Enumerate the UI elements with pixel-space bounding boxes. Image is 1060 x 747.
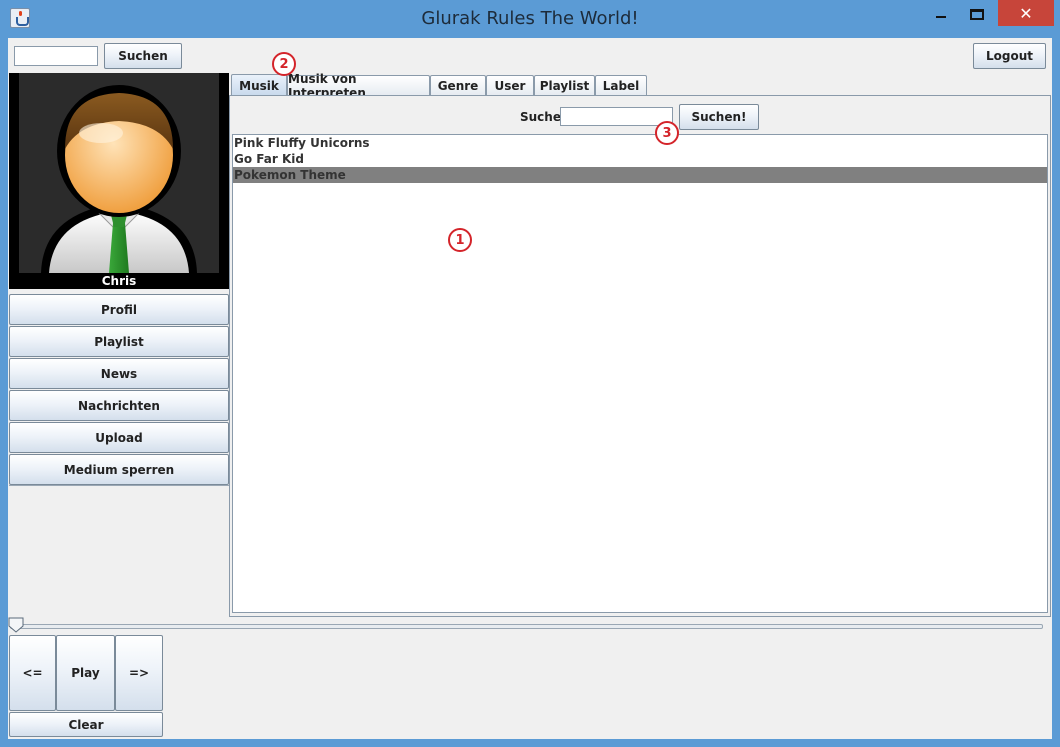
tab-playlist[interactable]: Playlist [534,75,595,95]
annotation-badge-1: 1 [448,228,472,252]
close-button[interactable]: ✕ [998,0,1054,26]
global-search-button[interactable]: Suchen [104,43,182,69]
song-list[interactable]: Pink Fluffy Unicorns Go Far Kid Pokemon … [232,134,1048,613]
global-search-input[interactable] [14,46,98,66]
user-name-label: Chris [101,274,137,288]
user-avatar-icon [41,85,197,273]
annotation-badge-2: 2 [272,52,296,76]
tab-genre[interactable]: Genre [430,75,486,95]
main-content: Suchen Logout Chris Profil Playlist News… [8,38,1052,739]
minimize-button[interactable] [926,0,956,28]
maximize-icon [970,8,984,20]
panel-search-label: Suche [520,110,561,124]
panel-search-input[interactable] [560,107,673,126]
sidebar-item-playlist[interactable]: Playlist [9,326,229,357]
avatar [19,73,219,273]
sidebar-item-profil[interactable]: Profil [9,294,229,325]
clear-button[interactable]: Clear [9,712,163,737]
slider-thumb-icon[interactable] [8,617,24,633]
annotation-badge-3: 3 [655,121,679,145]
logout-button[interactable]: Logout [973,43,1046,69]
tab-user[interactable]: User [486,75,534,95]
sidebar-item-news[interactable]: News [9,358,229,389]
user-profile-card: Chris [9,73,229,289]
tab-label[interactable]: Label [595,75,647,95]
list-item-selected[interactable]: Pokemon Theme [233,167,1047,183]
close-icon: ✕ [1019,3,1033,23]
title-bar[interactable]: Glurak Rules The World! ✕ [0,0,1060,38]
sidebar-item-medium-sperren[interactable]: Medium sperren [9,454,229,485]
list-item[interactable]: Go Far Kid [233,151,1047,167]
window-title: Glurak Rules The World! [421,8,639,29]
app-window: Glurak Rules The World! ✕ Suchen Logout [0,0,1060,747]
tab-musik[interactable]: Musik [231,74,287,96]
sidebar-item-nachrichten[interactable]: Nachrichten [9,390,229,421]
sidebar-divider [9,485,229,486]
list-item[interactable]: Pink Fluffy Unicorns [233,135,1047,151]
next-button[interactable]: => [115,635,163,711]
sidebar-item-upload[interactable]: Upload [9,422,229,453]
panel-search-button[interactable]: Suchen! [679,104,759,130]
tab-musik-von-interpreten[interactable]: Musik von Interpreten [287,72,430,100]
maximize-button[interactable] [962,0,992,28]
minimize-icon [936,16,946,18]
play-button[interactable]: Play [56,635,115,711]
playback-slider-track[interactable] [10,624,1043,629]
musik-tab-panel: Suche Suchen! Pink Fluffy Unicorns Go Fa… [229,95,1051,617]
previous-button[interactable]: <= [9,635,56,711]
